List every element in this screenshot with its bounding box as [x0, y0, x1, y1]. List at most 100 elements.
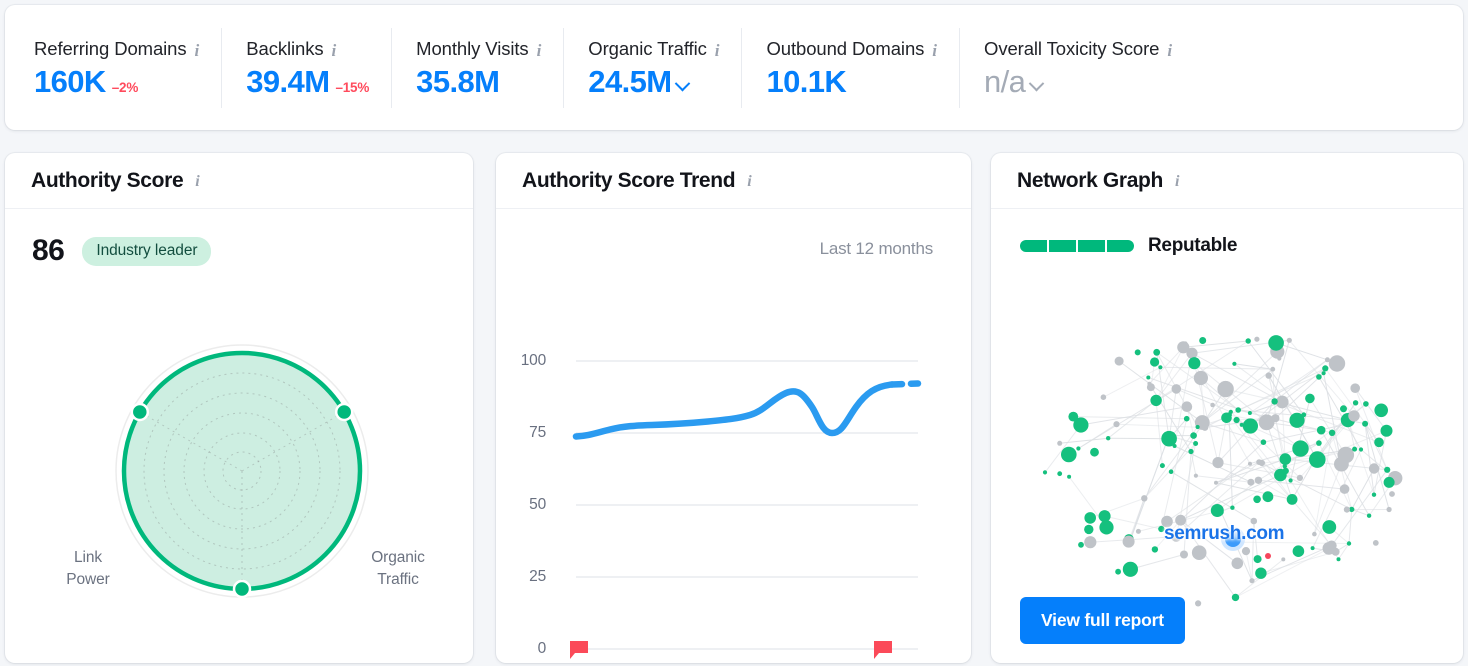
network-node-toxic [1265, 553, 1271, 559]
network-node-reputable [1254, 555, 1262, 563]
info-icon[interactable]: i [195, 42, 200, 59]
authority-score-panel: Authority Score i 86 Industry leader [5, 153, 473, 663]
network-node-reputable [1367, 514, 1371, 518]
network-node-reputable [1221, 413, 1232, 424]
radar-vertex-natural-profile [234, 581, 250, 597]
radar-axis-label-organic-traffic: Organic Traffic [355, 547, 441, 592]
network-legend-label: Reputable [1148, 235, 1237, 257]
network-node-reputable [1219, 510, 1224, 515]
metric-label: Backlinks [246, 38, 323, 60]
network-node-neutral [1247, 479, 1254, 486]
network-node-reputable [1292, 440, 1308, 456]
network-node-reputable [1084, 525, 1093, 534]
network-node-neutral [1281, 557, 1285, 561]
network-node-reputable [1352, 447, 1357, 452]
authority-score-value: 86 [32, 236, 64, 266]
network-node-reputable [1301, 412, 1306, 417]
network-node-reputable [1234, 417, 1240, 423]
network-node-reputable [1280, 453, 1292, 465]
network-node-reputable [1146, 376, 1150, 380]
info-icon[interactable]: i [715, 42, 720, 59]
metric-label: Organic Traffic [588, 38, 706, 60]
info-icon[interactable]: i [537, 42, 542, 59]
reputation-bar-icon [1020, 240, 1134, 252]
network-node-reputable [1184, 416, 1190, 422]
network-node-neutral [1259, 414, 1275, 430]
info-icon[interactable]: i [747, 174, 751, 190]
network-node-reputable [1246, 338, 1251, 343]
chevron-down-icon[interactable] [675, 76, 691, 92]
reputation-bar-segment [1049, 240, 1076, 252]
network-node-reputable [1374, 404, 1388, 418]
network-node-reputable [1248, 411, 1252, 415]
info-icon[interactable]: i [1167, 42, 1172, 59]
panel-header: Authority Score i [5, 153, 473, 209]
network-node-neutral [1389, 491, 1395, 497]
network-graph-panel: Network Graph i Reputable semrush.com Vi… [991, 153, 1463, 663]
metric-backlinks: Backlinks i 39.4M –15% [221, 28, 391, 108]
metric-header: Overall Toxicity Score i [984, 38, 1172, 60]
network-node-reputable [1061, 447, 1077, 463]
network-node-reputable [1188, 449, 1193, 454]
network-node-neutral [1277, 356, 1281, 360]
network-node-neutral [1266, 372, 1272, 378]
metric-referring-domains: Referring Domains i 160K –2% [5, 28, 221, 108]
network-node-neutral [1195, 600, 1201, 606]
trend-line-solid [576, 385, 892, 437]
network-node-reputable [1309, 451, 1326, 468]
metric-header: Outbound Domains i [766, 38, 937, 60]
network-node-neutral [1270, 367, 1275, 372]
network-node-reputable [1253, 496, 1261, 504]
network-node-reputable [1076, 446, 1080, 450]
network-node-reputable [1384, 477, 1395, 488]
metric-value-row: 24.5M [588, 66, 719, 97]
status-badge: Industry leader [82, 237, 211, 266]
network-node-neutral [1177, 341, 1189, 353]
network-node-reputable [1363, 401, 1369, 407]
network-node-neutral [1113, 421, 1119, 427]
network-node-reputable [1316, 440, 1322, 446]
metric-header: Referring Domains i [34, 38, 199, 60]
info-icon[interactable]: i [932, 42, 937, 59]
network-node-reputable [1152, 546, 1158, 552]
network-node-reputable [1340, 405, 1347, 412]
network-node-reputable [1268, 335, 1284, 351]
chart-gridlines [576, 361, 918, 649]
note-marker-start[interactable] [570, 641, 588, 659]
info-icon[interactable]: i [195, 174, 199, 190]
chevron-down-icon[interactable] [1029, 76, 1045, 92]
radar-axis-label-line1: Organic [355, 547, 441, 569]
network-node-neutral [1123, 536, 1135, 548]
trend-line-dashed-forecast [892, 384, 918, 385]
network-node-reputable [1317, 426, 1326, 435]
note-marker-end[interactable] [874, 641, 892, 659]
panel-title: Network Graph [1017, 169, 1163, 193]
metric-value: 35.8M [416, 66, 499, 97]
network-node-reputable [1289, 478, 1293, 482]
network-node-reputable [1322, 365, 1328, 371]
network-node-reputable [1329, 430, 1335, 436]
metrics-summary-card: Referring Domains i 160K –2% Backlinks i… [5, 5, 1463, 130]
network-node-neutral [1251, 518, 1258, 525]
metric-header: Backlinks i [246, 38, 369, 60]
view-full-report-button[interactable]: View full report [1020, 597, 1185, 644]
network-root-node[interactable] [1225, 531, 1241, 547]
network-node-reputable [1057, 471, 1062, 476]
network-node-reputable [1084, 512, 1096, 524]
network-node-neutral [1136, 529, 1141, 534]
network-node-neutral [1373, 540, 1379, 546]
info-icon[interactable]: i [332, 42, 337, 59]
network-node-reputable [1199, 337, 1206, 344]
network-node-neutral [1332, 548, 1340, 556]
info-icon[interactable]: i [1175, 174, 1179, 190]
metric-overall-toxicity-score: Overall Toxicity Score i n/a [959, 28, 1194, 108]
network-node-neutral [1287, 338, 1292, 343]
chart-note-markers[interactable] [570, 641, 892, 659]
metric-value: n/a [984, 66, 1025, 97]
network-node-reputable [1353, 400, 1358, 405]
network-node-reputable [1090, 448, 1099, 457]
network-node-neutral [1084, 536, 1096, 548]
network-node-reputable [1161, 431, 1177, 447]
network-node-reputable [1381, 425, 1393, 437]
network-node-neutral [1175, 515, 1186, 526]
